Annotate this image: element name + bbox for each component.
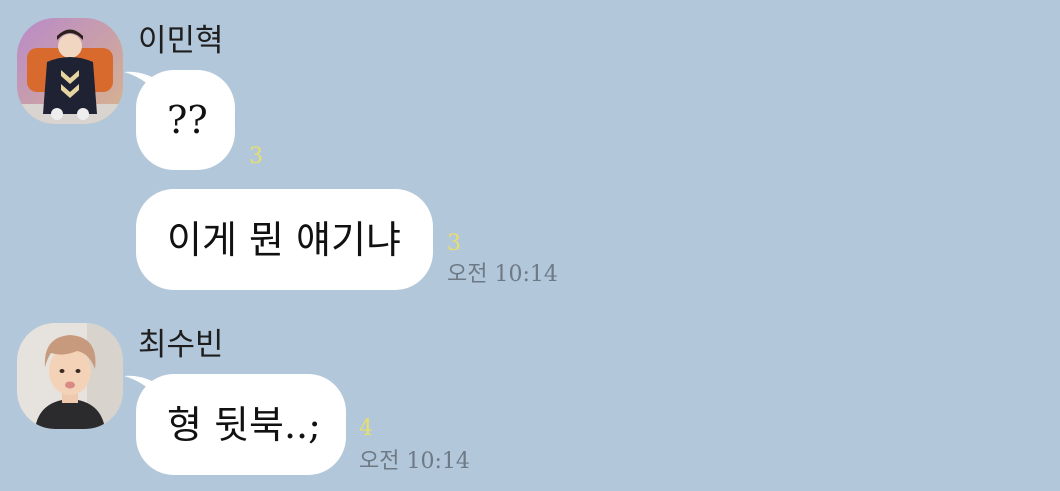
bubble-tail-icon [124, 71, 164, 100]
bubble-tail-icon [124, 375, 164, 404]
profile-photo-icon [17, 18, 123, 124]
sender-name: 이민혁 [138, 23, 224, 59]
unread-count: 3 [447, 231, 461, 256]
unread-count: 4 [359, 416, 373, 441]
message-time: 오전 10:14 [359, 449, 470, 474]
profile-photo-icon [17, 323, 123, 429]
avatar[interactable] [17, 18, 123, 124]
sender-name: 최수빈 [138, 327, 224, 363]
message-bubble[interactable]: ?? [124, 70, 235, 170]
message-text: ?? [167, 98, 208, 142]
message-time: 오전 10:14 [447, 262, 558, 287]
avatar[interactable] [17, 323, 123, 429]
message-text: 이게 뭔 얘기냐 [167, 217, 401, 262]
message-text: 형 뒷북..; [167, 402, 321, 447]
unread-count: 3 [249, 144, 263, 169]
message-bubble[interactable]: 형 뒷북..; [124, 374, 346, 475]
message-group: 이민혁 ?? 3 이게 뭔 얘기냐 3 오전 10:14 [0, 0, 1060, 300]
message-bubble[interactable]: 이게 뭔 얘기냐 [136, 189, 433, 290]
message-group: 최수빈 형 뒷북..; 4 오전 10:14 [0, 300, 1060, 491]
